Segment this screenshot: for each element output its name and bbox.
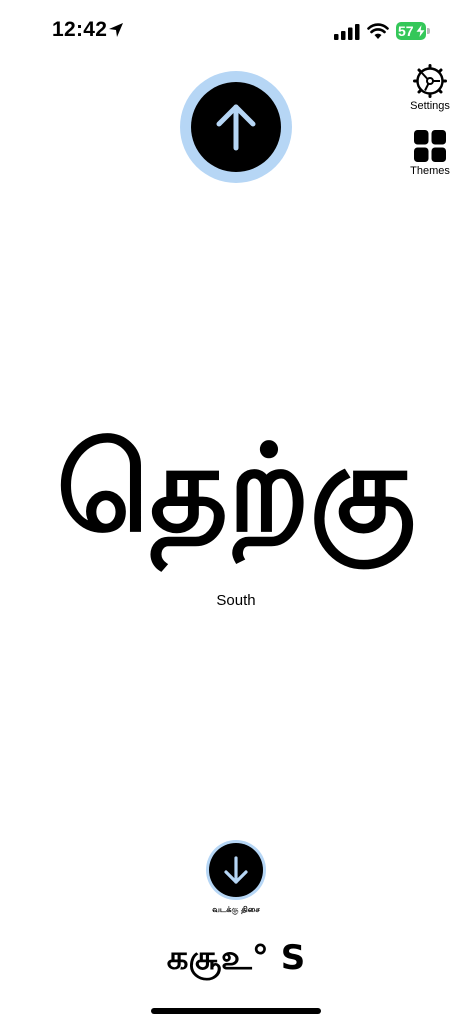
north-arrow-ring bbox=[206, 840, 266, 900]
themes-label: Themes bbox=[410, 165, 450, 177]
wifi-icon bbox=[367, 23, 389, 39]
compass-arrow-ring bbox=[180, 71, 292, 183]
home-indicator[interactable] bbox=[151, 1008, 321, 1014]
arrow-down-icon bbox=[224, 856, 248, 884]
settings-label: Settings bbox=[410, 100, 450, 112]
north-direction-label: வடக்கு திசை bbox=[212, 905, 260, 914]
grid-icon bbox=[414, 130, 446, 162]
status-bar: 12:42 57 bbox=[0, 0, 472, 60]
north-arrow-disc bbox=[209, 843, 263, 897]
settings-icon bbox=[413, 64, 447, 98]
heading-degree-readout: கசூஉ° S bbox=[166, 938, 306, 978]
battery-cap bbox=[427, 28, 430, 34]
themes-button[interactable]: Themes bbox=[400, 129, 460, 177]
compass-arrow-disc bbox=[191, 82, 281, 172]
location-arrow-icon bbox=[109, 23, 123, 37]
settings-button[interactable]: Settings bbox=[400, 64, 460, 112]
status-time: 12:42 bbox=[52, 18, 108, 41]
arrow-up-icon bbox=[216, 104, 256, 151]
direction-english-name: South bbox=[216, 592, 256, 609]
battery-indicator: 57 bbox=[396, 22, 430, 40]
charging-bolt-icon bbox=[416, 24, 425, 38]
direction-tamil-name: தெற்கு bbox=[56, 420, 416, 559]
cellular-signal-icon bbox=[334, 24, 360, 40]
